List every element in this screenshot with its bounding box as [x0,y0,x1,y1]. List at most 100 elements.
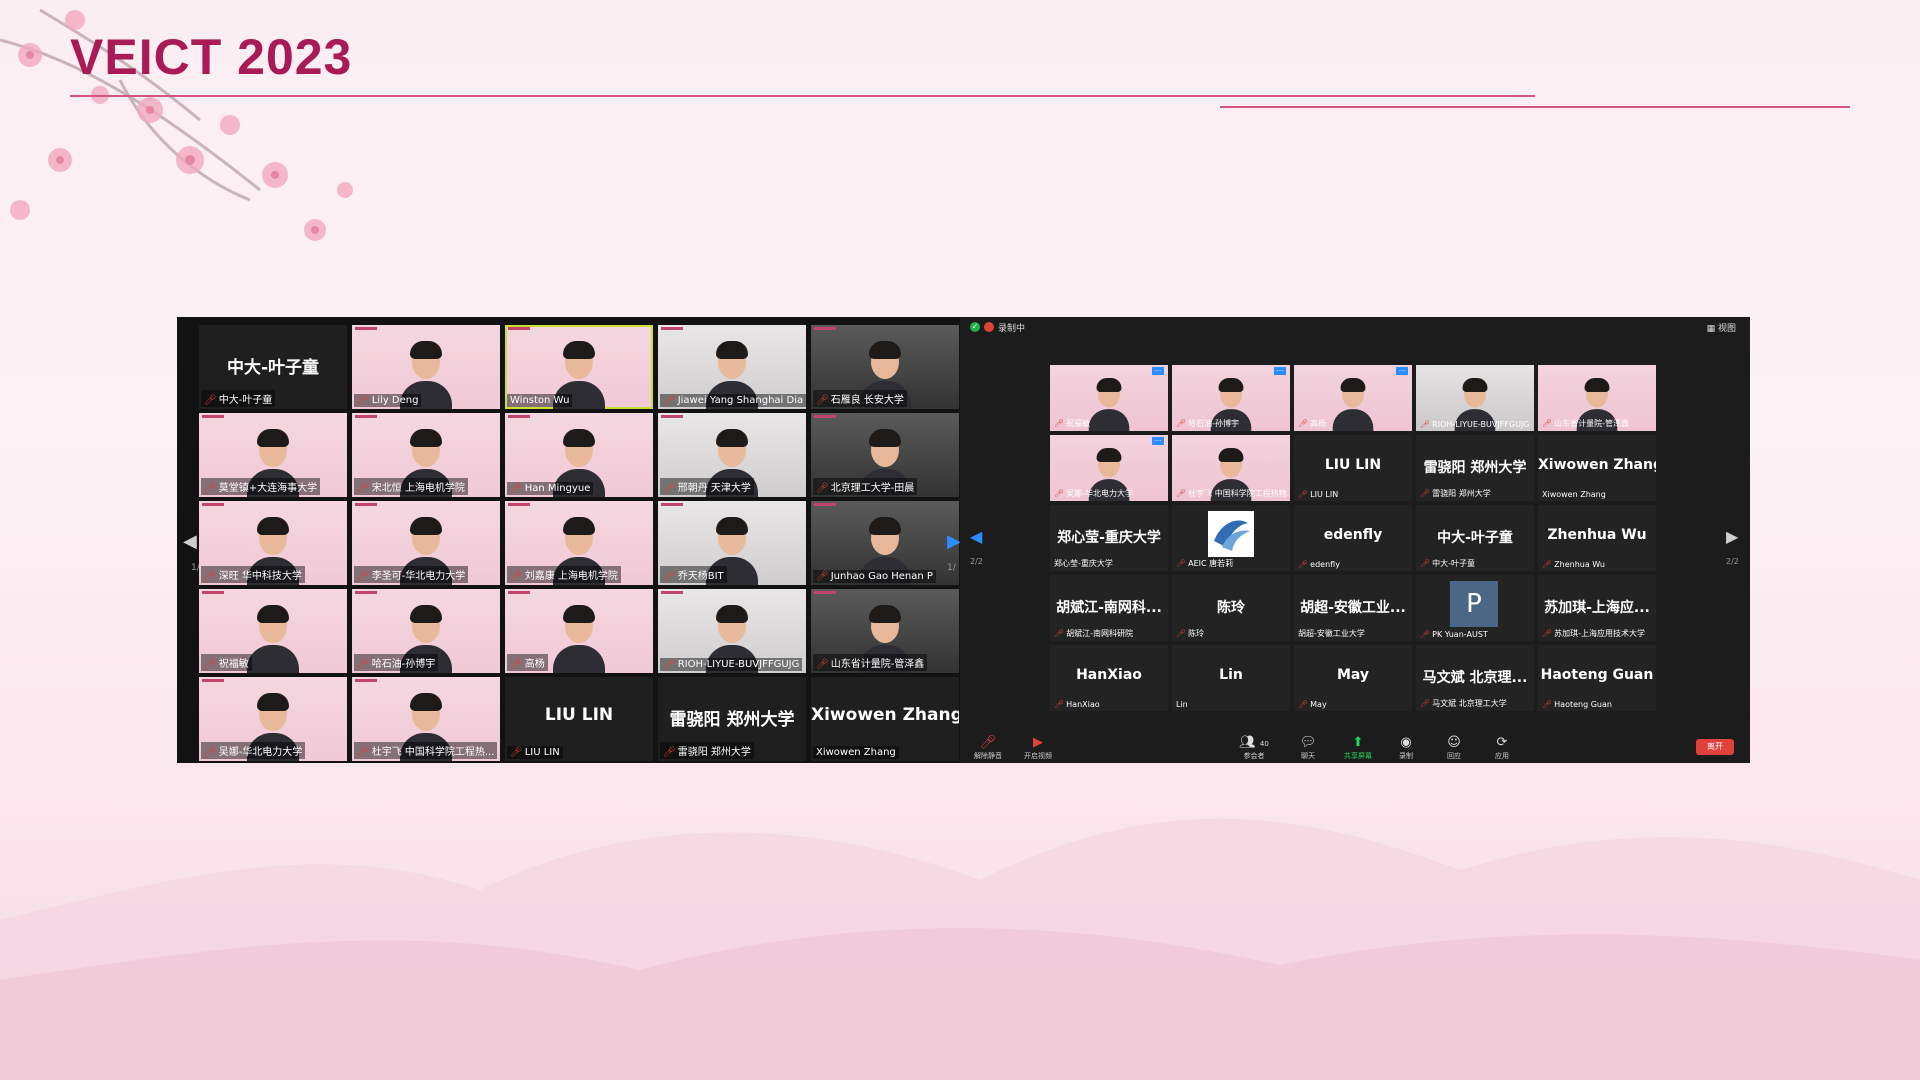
participant-tile[interactable]: Haoteng Guan 🎤︎ Haoteng Guan [1538,645,1656,711]
participant-tile[interactable]: 🎤︎ Junhao Gao Henan P [811,501,959,585]
participant-tile[interactable]: 🎤︎ 吴娜-华北电力大学 [199,677,347,761]
participant-tile[interactable]: Xiwowen Zhang Xiwowen Zhang [1538,435,1656,501]
microphone-muted-icon: 🎤︎ [204,483,217,494]
apps-icon: ⟳ [1496,735,1508,750]
more-options-icon[interactable]: ··· [1274,367,1286,375]
participant-name: 中大-叶子童 [1432,559,1476,568]
meeting-topbar: ✓ 录制中 ▦ 视图 [960,317,1750,337]
participant-name: Zhenhua Wu [1554,560,1605,569]
participant-name: Lin [1176,700,1188,709]
participant-display-name: May [1336,667,1370,683]
recording-icon[interactable] [984,322,994,332]
participant-tile[interactable]: 🎤︎ 乔天杨BIT [658,501,806,585]
participant-tile[interactable]: 雷骁阳 郑州大学 🎤︎ 雷骁阳 郑州大学 [658,677,806,761]
participant-name-label: 🎤︎ 山东省计量院-管泽鑫 [813,654,928,671]
participant-tile[interactable]: 🎤︎ Han Mingyue [505,413,653,497]
participant-tile[interactable]: 🎤︎ 杜宇飞 中国科学院工程热... [352,677,500,761]
participant-tile[interactable]: 马文斌 北京理... 🎤︎ 马文斌 北京理工大学 [1416,645,1534,711]
apps-button[interactable]: ⟳ 应用 [1480,735,1524,761]
reactions-button[interactable]: ☺ 回应 [1432,735,1476,761]
shield-icon[interactable]: ✓ [970,322,980,332]
participant-tile[interactable]: 🎤︎ 高杨 ··· [1294,365,1412,431]
share-screen-button[interactable]: ⬆ 共享屏幕 [1336,735,1380,761]
participant-tile[interactable]: 🎤︎ AEIC 唐若莉 [1172,505,1290,571]
participant-tile[interactable]: 🎤︎ 杜宇飞 中国科学院工程热物... [1172,435,1290,501]
participant-tile[interactable]: 陈玲 🎤︎ 陈玲 [1172,575,1290,641]
participant-tile[interactable]: 郑心莹-重庆大学 郑心莹-重庆大学 [1050,505,1168,571]
virtual-background-banner [505,413,653,420]
participants-button[interactable]: 👥︎ 40 参会者 [1232,735,1276,761]
participant-tile[interactable]: LIU LIN 🎤︎ LIU LIN [505,677,653,761]
unmute-button[interactable]: 🎤︎ 解除静音 [966,735,1010,761]
next-page-arrow-icon[interactable]: ▶ [1726,527,1738,546]
participant-tile[interactable]: LIU LIN 🎤︎ LIU LIN [1294,435,1412,501]
participant-name: edenfly [1310,560,1340,569]
virtual-background-banner [811,501,959,508]
participant-tile[interactable]: 🎤︎ 吴娜-华北电力大学 ··· [1050,435,1168,501]
next-page-arrow-icon[interactable]: ▶ [947,531,961,552]
participant-tile[interactable]: 🎤︎ 李圣可-华北电力大学 [352,501,500,585]
microphone-muted-icon: 🎤︎ [510,483,523,494]
participant-tile[interactable]: Xiwowen Zhang Xiwowen Zhang [811,677,959,761]
participant-tile[interactable]: Zhenhua Wu 🎤︎ Zhenhua Wu [1538,505,1656,571]
participant-tile[interactable]: edenfly 🎤︎ edenfly [1294,505,1412,571]
participant-tile[interactable]: 🎤︎ 莫堂镇+大连海事大学 [199,413,347,497]
participant-name: 邢朝丹 天津大学 [677,483,751,494]
participant-name-label: 🎤︎ 高杨 [507,654,548,671]
start-video-label: 开启视频 [1024,752,1052,760]
record-button[interactable]: ◉ 录制 [1384,735,1428,761]
microphone-muted-icon: 🎤︎ [510,747,523,758]
participant-tile[interactable]: 胡斌江-南网科... 🎤︎ 胡斌江-南网科研院 [1050,575,1168,641]
participant-tile[interactable]: 🎤︎ 邢朝丹 天津大学 [658,413,806,497]
microphone-muted-icon: 🎤︎ [357,395,370,406]
participant-tile[interactable]: 🎤︎ 宋北恒 上海电机学院 [352,413,500,497]
participant-tile[interactable]: 🎤︎ Lily Deng [352,325,500,409]
participant-tile[interactable]: Winston Wu [505,325,653,409]
participant-tile[interactable]: 🎤︎ 山东省计量院-管泽鑫 [811,589,959,673]
more-options-icon[interactable]: ··· [1152,437,1164,445]
participants-icon: 👥︎ 40 [1239,735,1269,750]
participant-tile[interactable]: 胡超-安徽工业... 胡超-安徽工业大学 [1294,575,1412,641]
participant-tile[interactable]: 🎤︎ 高杨 [505,589,653,673]
microphone-muted-icon: 🎤︎ [1542,629,1553,638]
participant-tile[interactable]: 🎤︎ 祝福敏 [199,589,347,673]
participant-tile[interactable]: 中大-叶子童 🎤︎ 中大-叶子童 [199,325,347,409]
participant-name-label: 🎤︎ LIU LIN [507,746,563,759]
participant-tile[interactable]: 🎤︎ 哈石油-孙博宇 ··· [1172,365,1290,431]
participant-tile[interactable]: HanXiao 🎤︎ HanXiao [1050,645,1168,711]
participant-name: Haoteng Guan [1554,700,1612,709]
participant-tile[interactable]: 🎤︎ 北京理工大学-田晨 [811,413,959,497]
leave-button[interactable]: 离开 [1696,739,1734,755]
microphone-muted-icon: 🎤︎ [204,747,217,758]
participant-name-label: 🎤︎ 高杨 [1296,418,1328,429]
participant-name-label: 🎤︎ 吴娜-华北电力大学 [201,742,306,759]
more-options-icon[interactable]: ··· [1396,367,1408,375]
participant-tile[interactable]: 🎤︎ 刘嘉康 上海电机学院 [505,501,653,585]
more-options-icon[interactable]: ··· [1152,367,1164,375]
prev-page-arrow-icon[interactable]: ◀ [183,531,197,552]
participant-tile[interactable]: 🎤︎ 山东省计量院-管泽鑫 [1538,365,1656,431]
participant-tile[interactable]: 苏加琪-上海应... 🎤︎ 苏加琪-上海应用技术大学 [1538,575,1656,641]
participant-tile[interactable]: Lin Lin [1172,645,1290,711]
prev-page-arrow-icon[interactable]: ◀ [970,527,982,546]
participant-tile[interactable]: P 🎤︎ PK Yuan-AUST [1416,575,1534,641]
participant-name: 郑心莹-重庆大学 [1054,559,1113,568]
participant-tile[interactable]: 🎤︎ RIOH-LIYUE-BUVJFFGUJG [658,589,806,673]
participant-tile[interactable]: 🎤︎ RIOH-LIYUE-BUVJFFGUJG [1416,365,1534,431]
participant-tile[interactable]: 🎤︎ Jiawei Yang Shanghai Dia [658,325,806,409]
participant-tile[interactable]: May 🎤︎ May [1294,645,1412,711]
participant-tile[interactable]: 中大-叶子童 🎤︎ 中大-叶子童 [1416,505,1534,571]
page-indicator-left: 2/2 [970,557,983,566]
chat-button[interactable]: 💬︎ 聊天 [1286,735,1330,761]
participant-tile[interactable]: 🎤︎ 石雁良 长安大学 [811,325,959,409]
participant-tile[interactable]: 🎤︎ 深旺 华中科技大学 [199,501,347,585]
participant-tile[interactable]: 🎤︎ 哈石油-孙博宇 [352,589,500,673]
participant-name-label: 🎤︎ 石雁良 长安大学 [813,390,907,407]
microphone-muted-icon: 🎤︎ [663,571,676,582]
participant-tile[interactable]: 雷骁阳 郑州大学 🎤︎ 雷骁阳 郑州大学 [1416,435,1534,501]
participant-name-label: 🎤︎ Jiawei Yang Shanghai Dia [660,394,806,407]
mountain-background [0,818,1920,1080]
start-video-button[interactable]: ▶ 开启视频 [1016,735,1060,761]
view-button[interactable]: ▦ 视图 [1707,321,1736,334]
participant-tile[interactable]: 🎤︎ 祝福敏 ··· [1050,365,1168,431]
